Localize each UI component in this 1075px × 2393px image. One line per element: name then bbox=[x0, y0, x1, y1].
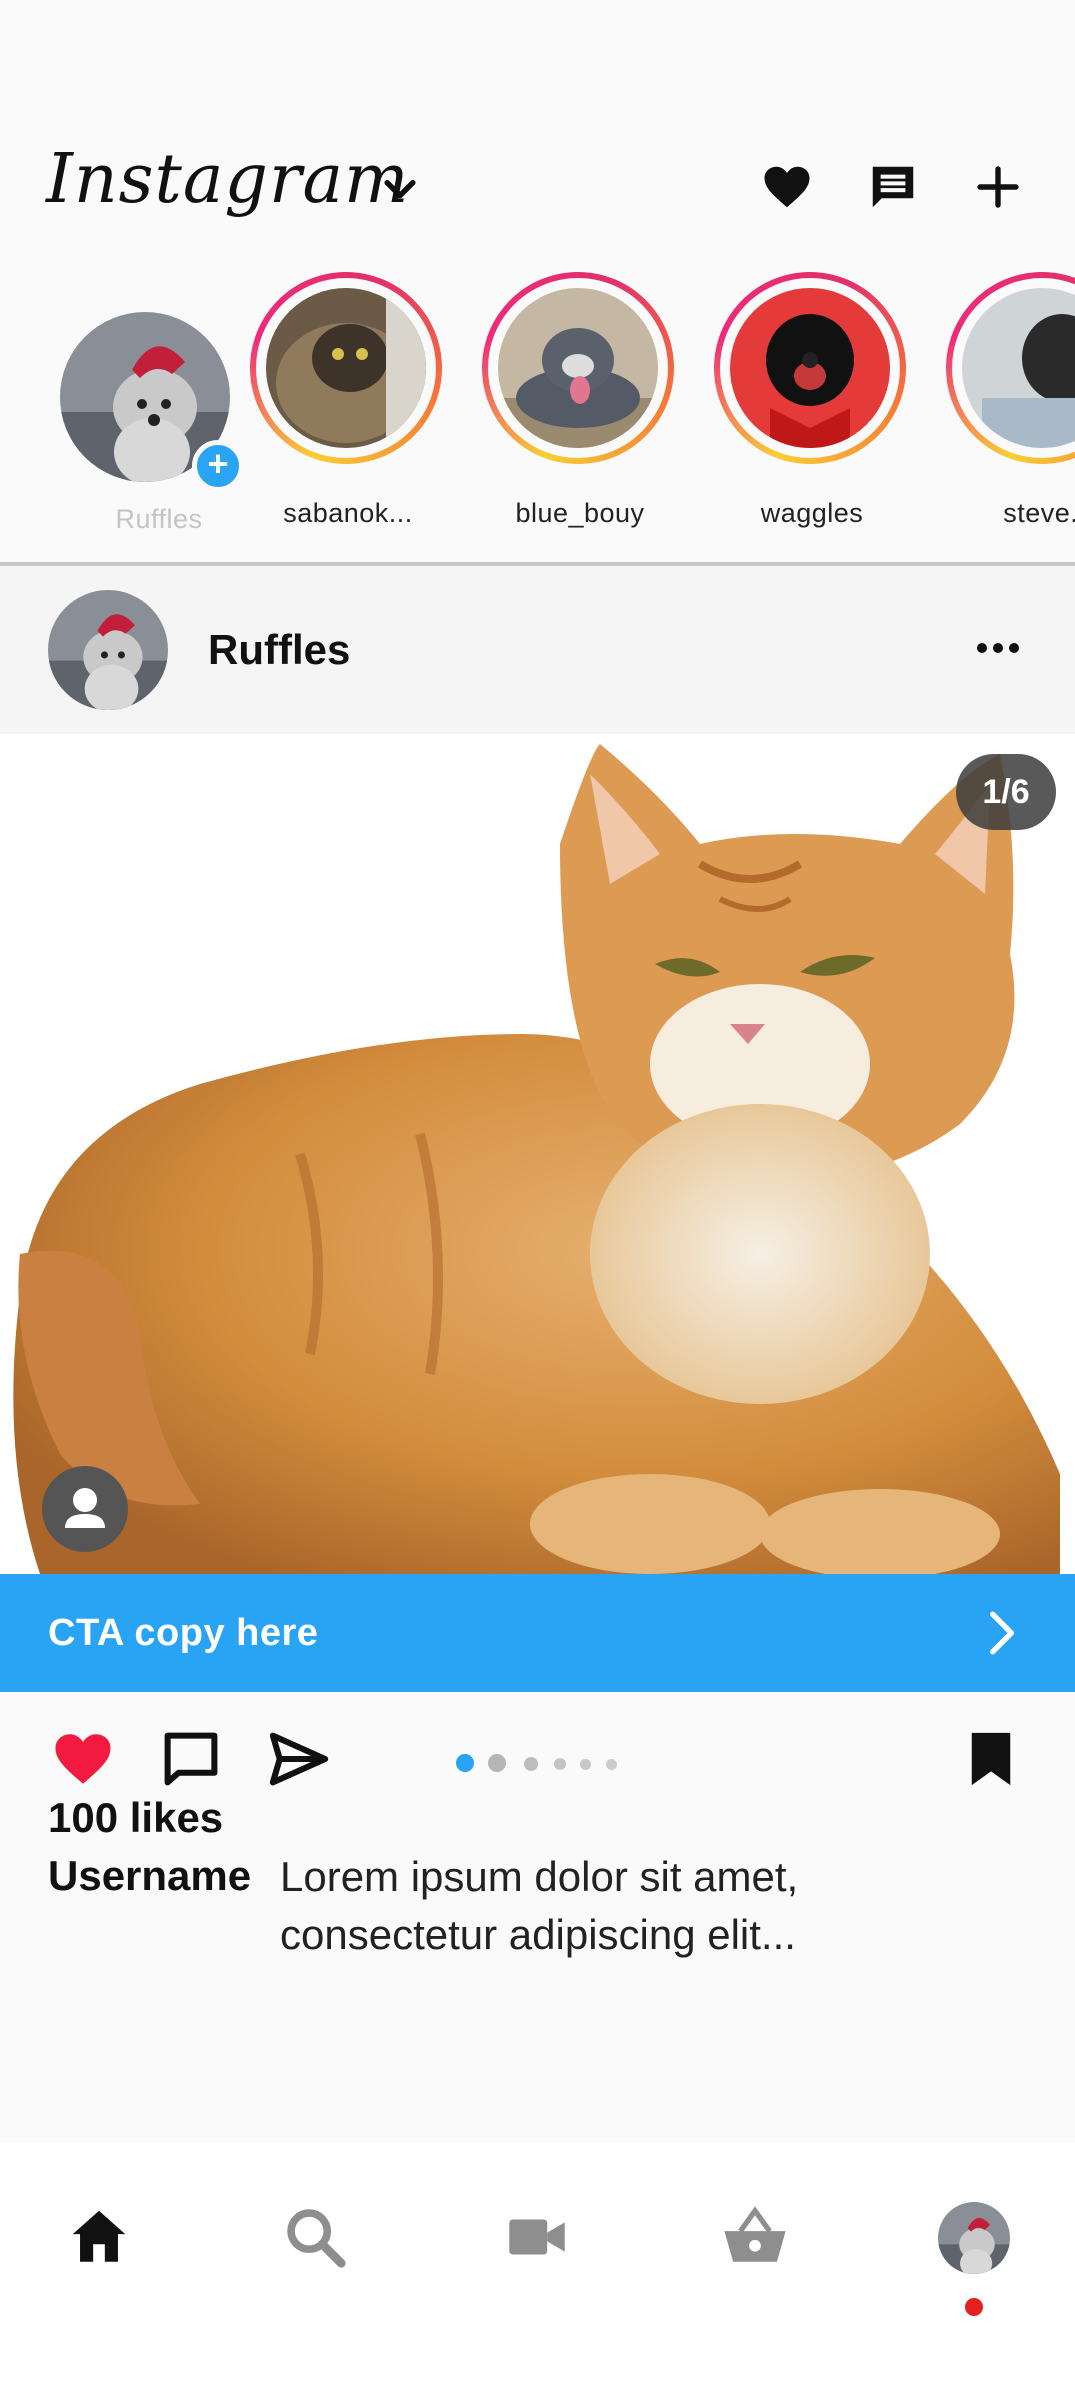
story-name: Ruffles bbox=[115, 504, 203, 534]
cta-banner[interactable]: CTA copy here bbox=[0, 1574, 1075, 1692]
like-count[interactable]: 100 likes bbox=[48, 1794, 223, 1842]
home-icon[interactable] bbox=[64, 2202, 134, 2272]
message-icon[interactable] bbox=[866, 160, 920, 214]
comment-icon[interactable] bbox=[158, 1726, 224, 1792]
carousel-dot bbox=[554, 1758, 566, 1770]
post-image[interactable]: 1/6 bbox=[0, 734, 1075, 1574]
caption-text: Lorem ipsum dolor sit amet, consectetur … bbox=[280, 1853, 799, 1958]
like-heart-icon[interactable] bbox=[50, 1726, 116, 1792]
carousel-dot-active bbox=[456, 1754, 474, 1772]
story-item[interactable]: waggles bbox=[707, 272, 907, 532]
story-item[interactable]: steve.l bbox=[939, 272, 1075, 532]
top-app-bar: Instagram bbox=[0, 0, 1075, 255]
search-icon[interactable] bbox=[280, 2202, 350, 2272]
avatar[interactable] bbox=[48, 590, 168, 710]
chevron-right-icon bbox=[989, 1611, 1015, 1655]
bottom-navigation bbox=[0, 2142, 1075, 2393]
story-name: blue_bouy bbox=[515, 498, 645, 528]
story-ring bbox=[946, 272, 1075, 464]
story-ring bbox=[482, 272, 674, 464]
story-name: steve.l bbox=[1003, 498, 1075, 528]
avatar bbox=[730, 288, 890, 448]
video-icon[interactable] bbox=[502, 2202, 572, 2272]
cat-photo bbox=[13, 744, 1060, 1574]
story-item[interactable]: sabanok... bbox=[243, 272, 443, 532]
carousel-dot bbox=[580, 1759, 591, 1770]
avatar bbox=[962, 288, 1075, 448]
plus-icon[interactable] bbox=[971, 160, 1025, 214]
image-counter: 1/6 bbox=[956, 754, 1056, 830]
carousel-dot bbox=[488, 1754, 506, 1772]
share-send-icon[interactable] bbox=[266, 1726, 332, 1792]
instagram-logo[interactable]: Instagram bbox=[46, 140, 409, 219]
chevron-down-icon[interactable] bbox=[378, 168, 422, 212]
story-name: waggles bbox=[760, 498, 864, 528]
post-username[interactable]: Ruffles bbox=[208, 626, 350, 674]
avatar bbox=[498, 288, 658, 448]
post-header: Ruffles bbox=[0, 566, 1075, 734]
notification-dot bbox=[965, 2298, 983, 2316]
cta-label: CTA copy here bbox=[48, 1612, 319, 1654]
story-item[interactable]: blue_bouy bbox=[475, 272, 675, 532]
story-name: sabanok... bbox=[283, 498, 413, 528]
story-ring bbox=[714, 272, 906, 464]
avatar bbox=[266, 288, 426, 448]
shop-basket-icon[interactable] bbox=[720, 2202, 790, 2272]
carousel-dot bbox=[606, 1759, 617, 1770]
person-icon bbox=[65, 1488, 105, 1528]
profile-avatar[interactable] bbox=[938, 2202, 1010, 2274]
post-actions bbox=[0, 1692, 1075, 1802]
stories-row: + Ruffles sabanok... blue_bouy waggles s… bbox=[0, 262, 1075, 562]
carousel-dot bbox=[524, 1757, 538, 1771]
tagged-users-button[interactable] bbox=[42, 1466, 128, 1552]
story-item-own[interactable]: + Ruffles bbox=[40, 272, 244, 534]
add-story-badge[interactable]: + bbox=[192, 440, 244, 492]
bookmark-icon[interactable] bbox=[958, 1726, 1024, 1792]
story-ring bbox=[250, 272, 442, 464]
caption-username[interactable]: Username bbox=[48, 1852, 251, 1900]
heart-icon[interactable] bbox=[760, 160, 814, 214]
more-options-icon[interactable] bbox=[976, 638, 1020, 658]
